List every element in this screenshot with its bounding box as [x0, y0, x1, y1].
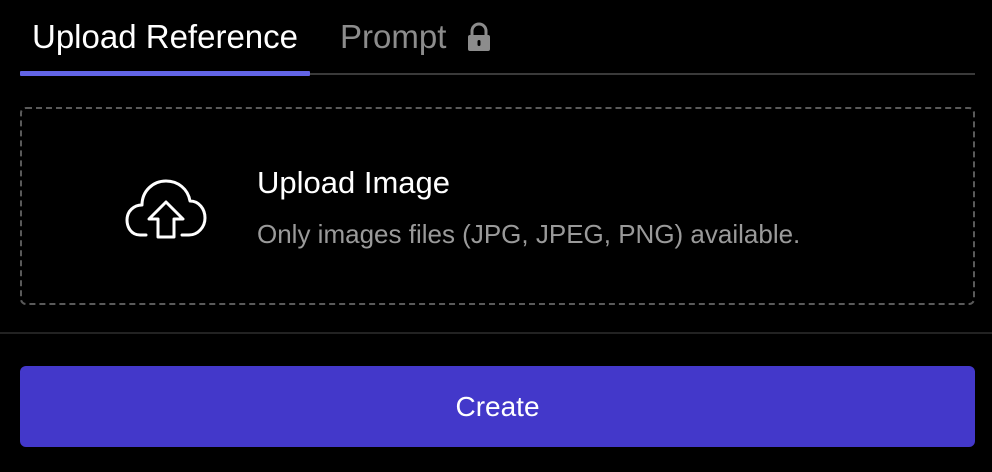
lock-icon	[466, 22, 492, 52]
tab-upload-reference[interactable]: Upload Reference	[20, 0, 310, 74]
cloud-upload-icon	[124, 175, 208, 241]
upload-hint: Only images files (JPG, JPEG, PNG) avail…	[257, 219, 801, 249]
tab-upload-reference-label: Upload Reference	[32, 18, 298, 55]
section-divider	[0, 332, 992, 334]
image-upload-dropzone[interactable]: Upload Image Only images files (JPG, JPE…	[20, 107, 975, 305]
tab-prompt[interactable]: Prompt	[340, 0, 492, 74]
active-tab-indicator	[20, 71, 310, 76]
create-button[interactable]: Create	[20, 366, 975, 447]
tab-bar: Upload Reference Prompt	[20, 0, 975, 76]
tab-prompt-label: Prompt	[340, 18, 447, 55]
upload-title: Upload Image	[257, 165, 451, 200]
